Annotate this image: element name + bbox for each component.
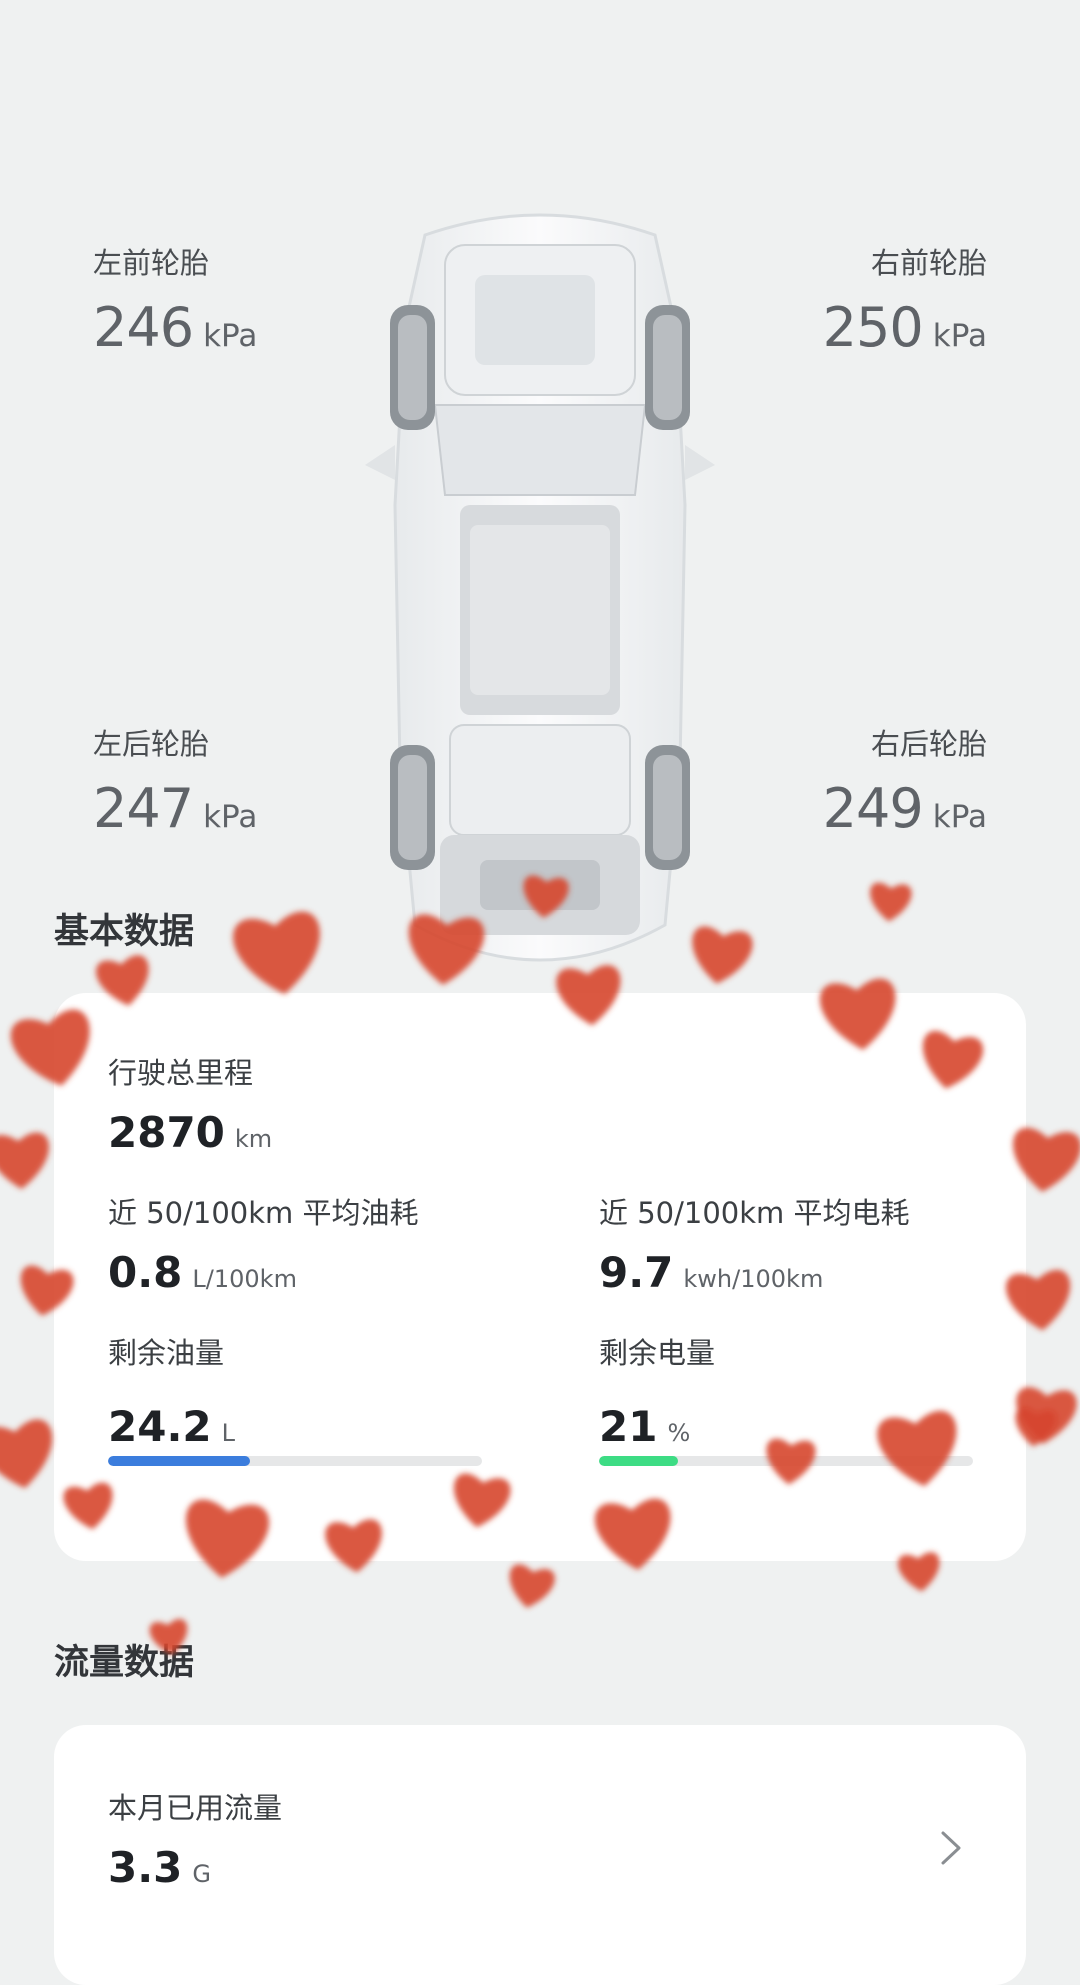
tire-pressure-value: 249: [822, 777, 924, 840]
month-flow-value: 3.3: [108, 1843, 183, 1892]
tire-label: 右后轮胎: [870, 727, 987, 761]
fuel-average-label: 近 50/100km 平均油耗: [108, 1196, 419, 1230]
battery-level-fill: [599, 1456, 678, 1466]
odometer-unit: km: [234, 1125, 273, 1153]
tire-pressure-value: 250: [822, 296, 924, 359]
tire-rear-left: 左后轮胎 247 kPa: [93, 721, 257, 840]
fuel-level-fill: [108, 1456, 251, 1466]
tire-pressure-unit: kPa: [932, 318, 987, 354]
month-flow-stat: 本月已用流量 3.3 G: [108, 1785, 282, 1892]
battery-remaining-value: 21: [599, 1402, 658, 1451]
month-flow-label: 本月已用流量: [108, 1791, 283, 1825]
fuel-average-stat: 近 50/100km 平均油耗 0.8 L/100km: [108, 1190, 419, 1297]
battery-remaining-stat: 剩余电量 21%: [599, 1330, 715, 1451]
tire-pressure-value: 246: [93, 296, 194, 359]
heart-decoration: [0, 1131, 52, 1192]
tire-pressure-unit: kPa: [203, 318, 258, 354]
tire-label: 左前轮胎: [93, 246, 210, 280]
fuel-remaining-value: 24.2: [108, 1402, 212, 1451]
battery-remaining-label: 剩余电量: [599, 1336, 716, 1370]
tire-pressure-unit: kPa: [203, 799, 258, 835]
battery-remaining-unit: %: [667, 1419, 691, 1447]
odometer-stat: 行驶总里程 2870 km: [108, 1050, 272, 1157]
tire-label: 右前轮胎: [870, 246, 987, 280]
tire-pressure-unit: kPa: [932, 799, 987, 835]
heart-decoration: [504, 1562, 557, 1612]
odometer-value: 2870: [108, 1108, 225, 1157]
tire-rear-right: 右后轮胎 249 kPa: [823, 721, 987, 840]
tire-pressure-value: 247: [93, 777, 194, 840]
tire-front-left: 左前轮胎 246 kPa: [93, 240, 257, 359]
basic-data-card: 行驶总里程 2870 km 近 50/100km 平均油耗 0.8 L/100km …: [54, 993, 1026, 1561]
odometer-label: 行驶总里程: [108, 1056, 254, 1090]
heart-decoration: [868, 882, 913, 923]
electric-average-label: 近 50/100km 平均电耗: [599, 1196, 910, 1230]
tire-label: 左后轮胎: [93, 727, 210, 761]
flow-data-card[interactable]: 本月已用流量 3.3 G: [54, 1725, 1026, 1985]
heart-decoration: [0, 1417, 61, 1495]
fuel-average-value: 0.8: [108, 1248, 183, 1297]
fuel-level-bar: [108, 1456, 482, 1466]
car-top-view-image: [365, 213, 715, 962]
fuel-remaining-stat: 剩余油量 24.2 L: [108, 1330, 235, 1451]
fuel-remaining-unit: L: [221, 1419, 236, 1447]
basic-data-title: 基本数据: [54, 912, 195, 952]
flow-data-title: 流量数据: [54, 1643, 195, 1683]
heart-decoration: [230, 909, 328, 1001]
electric-average-value: 9.7: [599, 1248, 674, 1297]
electric-average-unit: kwh/100km: [683, 1265, 824, 1293]
battery-level-bar: [599, 1456, 973, 1466]
tire-front-right: 右前轮胎 250 kPa: [823, 240, 987, 359]
fuel-remaining-label: 剩余油量: [108, 1336, 225, 1370]
month-flow-unit: G: [192, 1860, 212, 1888]
chevron-right-icon[interactable]: [930, 1828, 970, 1868]
electric-average-stat: 近 50/100km 平均电耗 9.7 kwh/100km: [599, 1190, 910, 1297]
fuel-average-unit: L/100km: [192, 1265, 297, 1293]
